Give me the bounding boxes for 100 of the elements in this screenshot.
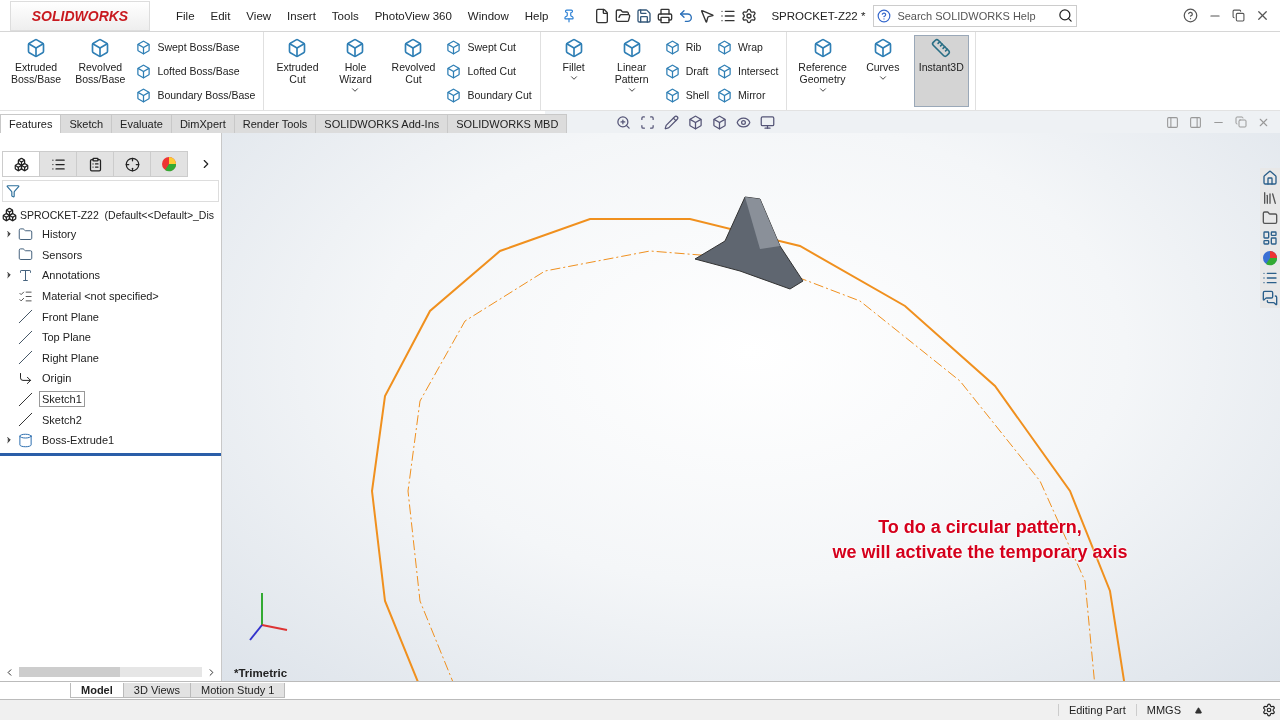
ribbon-tab[interactable]: SOLIDWORKS Add-Ins xyxy=(315,114,449,133)
tree-item[interactable]: Annotations xyxy=(39,267,104,284)
expand-icon[interactable] xyxy=(4,270,14,281)
tree-item[interactable]: Sketch2 xyxy=(39,411,85,428)
menu-item[interactable]: Edit xyxy=(204,6,237,25)
color-wheel-icon[interactable] xyxy=(1262,250,1278,266)
tree-item[interactable]: History xyxy=(39,226,80,243)
caret-icon[interactable] xyxy=(1195,706,1202,714)
tree-item[interactable]: Sensors xyxy=(39,246,86,263)
folder-icon xyxy=(18,226,33,242)
ribbon-command[interactable]: Mirror xyxy=(715,86,781,104)
books-icon[interactable] xyxy=(1262,190,1278,206)
pointer-icon[interactable] xyxy=(699,7,716,24)
ribbon-command[interactable]: Shell xyxy=(662,86,712,104)
menu-item[interactable]: Insert xyxy=(281,6,322,25)
manager-tab[interactable] xyxy=(39,151,77,177)
ribbon-tab[interactable]: Render Tools xyxy=(233,114,317,133)
ribbon-button[interactable]: Extruded Boss/Base xyxy=(6,35,67,107)
cube-icon[interactable] xyxy=(712,114,728,130)
menu-item[interactable]: PhotoView 360 xyxy=(368,6,458,25)
eye-icon[interactable] xyxy=(736,114,752,130)
restore-icon[interactable] xyxy=(1232,9,1245,22)
ribbon-command[interactable]: Boundary Boss/Base xyxy=(134,86,258,104)
ribbon-tab[interactable]: Evaluate xyxy=(111,114,172,133)
tree-item[interactable]: Front Plane xyxy=(39,308,102,325)
list-icon[interactable] xyxy=(1262,270,1278,286)
new-file-icon[interactable] xyxy=(594,7,611,24)
ribbon-button[interactable]: Hole Wizard xyxy=(328,35,383,107)
zoom-icon[interactable] xyxy=(616,114,632,130)
cube-icon xyxy=(446,39,462,55)
cube-icon xyxy=(664,39,680,55)
model-tab[interactable]: 3D Views xyxy=(122,683,192,698)
filter-field[interactable] xyxy=(2,180,219,202)
ribbon-button[interactable]: Instant3D xyxy=(913,35,969,107)
manager-tab[interactable] xyxy=(76,151,114,177)
menu-item[interactable]: View xyxy=(240,6,278,25)
settings-icon[interactable] xyxy=(741,7,758,24)
cube-icon xyxy=(345,38,366,58)
ribbon-command[interactable]: Swept Cut xyxy=(444,38,534,56)
rollback-bar[interactable] xyxy=(0,452,221,456)
menu-item[interactable]: Tools xyxy=(325,6,365,25)
ribbon-button[interactable]: Curves xyxy=(855,35,910,107)
model-tab[interactable]: Motion Study 1 xyxy=(190,683,286,698)
ribbon-command[interactable]: Rib xyxy=(662,38,712,56)
ribbon-command[interactable]: Lofted Cut xyxy=(444,62,534,80)
search-icon[interactable] xyxy=(1058,8,1074,23)
ribbon-command[interactable]: Wrap xyxy=(715,38,781,56)
crosshair-icon xyxy=(124,156,140,172)
open-folder-icon[interactable] xyxy=(615,7,632,24)
ribbon-tab[interactable]: Features xyxy=(0,114,62,133)
home-icon[interactable] xyxy=(1262,170,1278,186)
expand-icon[interactable] xyxy=(4,435,14,446)
printer-icon[interactable] xyxy=(657,7,674,24)
pin-icon[interactable] xyxy=(562,8,577,23)
expand-icon[interactable] xyxy=(4,229,14,240)
ribbon-command[interactable]: Draft xyxy=(662,62,712,80)
cube-icon xyxy=(136,39,152,55)
view-name: *Trimetric xyxy=(234,667,288,679)
ribbon-button[interactable]: Reference Geometry xyxy=(793,35,852,107)
ribbon-button[interactable]: Extruded Cut xyxy=(270,35,325,107)
menu-item[interactable]: File xyxy=(170,6,201,25)
manager-tab[interactable] xyxy=(2,151,40,177)
menu-item[interactable]: Help xyxy=(518,6,555,25)
tree-item[interactable]: Right Plane xyxy=(39,349,102,366)
chat-icon[interactable] xyxy=(1262,290,1278,306)
ribbon-command[interactable]: Boundary Cut xyxy=(444,86,534,104)
ribbon-button[interactable]: Fillet xyxy=(546,35,601,107)
menu-item[interactable]: Window xyxy=(461,6,515,25)
list-icon xyxy=(50,156,66,172)
save-icon[interactable] xyxy=(636,7,653,24)
help-icon[interactable] xyxy=(1183,8,1198,23)
undo-icon[interactable] xyxy=(678,7,695,24)
ribbon-command[interactable]: Lofted Boss/Base xyxy=(134,62,258,80)
cube-icon xyxy=(136,87,152,103)
tree-root[interactable]: SPROCKET-Z22 (Default<<Default>_Dis xyxy=(20,208,215,221)
scrollbar[interactable] xyxy=(19,667,202,677)
tree-item[interactable]: Sketch1 xyxy=(39,391,85,408)
ribbon-button[interactable]: Revolved Cut xyxy=(386,35,441,107)
ribbon-tab[interactable]: Sketch xyxy=(60,114,113,133)
tree-item[interactable]: Top Plane xyxy=(39,329,94,346)
ribbon-tab[interactable]: DimXpert xyxy=(170,114,235,133)
model-tab[interactable]: Model xyxy=(70,683,124,698)
pencil-icon[interactable] xyxy=(664,114,680,130)
settings-icon[interactable] xyxy=(1262,703,1276,717)
search-field[interactable]: Search SOLIDWORKS Help xyxy=(873,4,1078,27)
cube-icon[interactable] xyxy=(688,114,704,130)
dashboard-icon[interactable] xyxy=(1262,230,1278,246)
monitor-icon[interactable] xyxy=(760,114,776,130)
tree-item[interactable]: Origin xyxy=(39,370,75,387)
zoom-area-icon[interactable] xyxy=(640,114,656,130)
manager-tab[interactable] xyxy=(113,151,151,177)
close-icon[interactable] xyxy=(1255,8,1270,23)
tree-item[interactable]: Boss-Extrude1 xyxy=(39,432,118,449)
tree-item[interactable]: Material <not specified> xyxy=(39,288,162,305)
folder-icon[interactable] xyxy=(1262,210,1278,226)
ribbon-button[interactable]: Revolved Boss/Base xyxy=(70,35,131,107)
ribbon-tab[interactable]: SOLIDWORKS MBD xyxy=(447,114,568,133)
ribbon-command[interactable]: Intersect xyxy=(715,62,781,80)
ribbon-command[interactable]: Swept Boss/Base xyxy=(134,38,258,56)
ribbon-button[interactable]: Linear Pattern xyxy=(604,35,659,107)
